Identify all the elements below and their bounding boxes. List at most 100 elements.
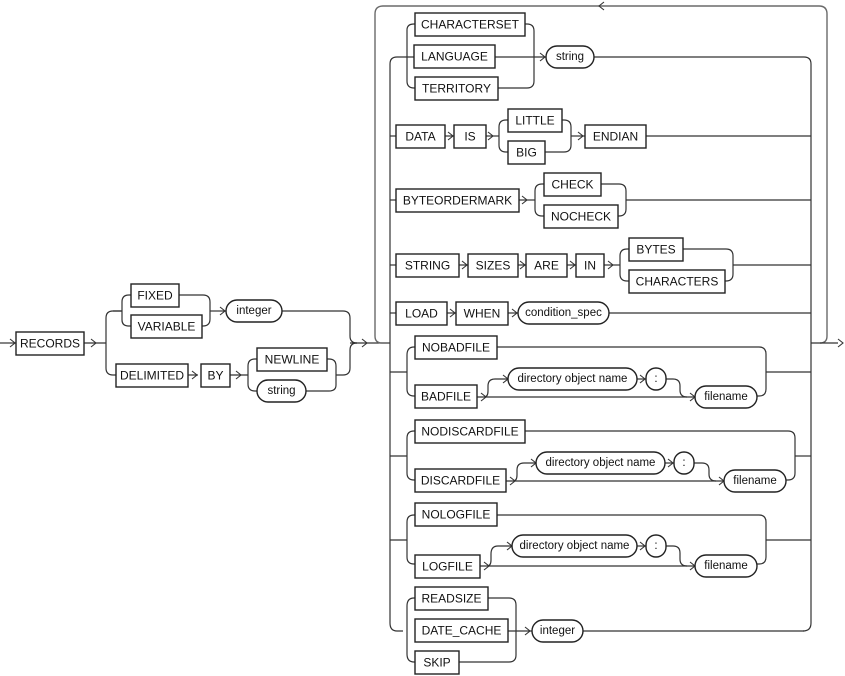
records-syntax-diagram: RECORDS FIXED VARIABLE integer DELIMITED… [0,1,844,675]
svg-text:STRING: STRING [405,259,450,273]
svg-text:condition_spec: condition_spec [525,307,602,319]
svg-text:filename: filename [704,560,747,572]
svg-text:LANGUAGE: LANGUAGE [421,50,488,64]
keyword-nobadfile: NOBADFILE [414,335,498,360]
svg-text:NEWLINE: NEWLINE [265,353,320,367]
nonterminal-colon-2: : [673,451,695,475]
nonterminal-string-2: string [545,45,595,69]
svg-text:filename: filename [704,391,747,403]
keyword-data: DATA [395,124,446,149]
keyword-characters: CHARACTERS [628,269,726,294]
svg-text:NOBADFILE: NOBADFILE [422,341,490,355]
keyword-is: IS [453,124,487,149]
keyword-territory: TERRITORY [414,76,499,101]
little-big-split [498,119,508,153]
keyword-string: STRING [395,253,460,278]
svg-text:TERRITORY: TERRITORY [422,82,491,96]
keyword-date-cache: DATE_CACHE [414,618,509,643]
svg-text:IS: IS [464,130,475,144]
svg-text:BADFILE: BADFILE [421,390,471,404]
svg-text:CHARACTERS: CHARACTERS [636,275,719,289]
fixed-variable-split [113,294,131,327]
nonterminal-filename: filename [694,385,758,409]
delimited-out-line [336,342,358,376]
discardfile-colon-out [694,462,717,482]
svg-text:BYTES: BYTES [636,243,675,257]
keyword-skip: SKIP [414,650,460,675]
discardfile-split [390,430,415,481]
svg-text:NOCHECK: NOCHECK [551,210,611,224]
nonterminal-colon: : [645,367,667,391]
keyword-load: LOAD [395,301,448,326]
nonterminal-colon-3: : [645,534,667,558]
keyword-big: BIG [507,140,546,165]
nonterminal-string: string [256,379,307,403]
keyword-little: LITTLE [507,108,563,133]
svg-text:VARIABLE: VARIABLE [138,320,196,334]
svg-text::: : [654,373,657,385]
keyword-check: CHECK [543,172,602,197]
keyword-nologfile: NOLOGFILE [414,502,498,527]
keyword-readsize: READSIZE [414,586,489,611]
keyword-badfile: BADFILE [414,384,478,409]
svg-text:CHECK: CHECK [551,178,593,192]
keyword-are: ARE [525,253,568,278]
bytes-split [619,248,629,282]
svg-text:integer: integer [540,625,575,637]
charset-split [403,23,415,89]
keyword-language: LANGUAGE [413,44,496,69]
check-split [534,183,544,217]
keyword-characterset: CHARACTERSET [414,12,526,37]
keyword-fixed: FIXED [130,283,180,308]
svg-text:ENDIAN: ENDIAN [593,130,638,144]
svg-text:NODISCARDFILE: NODISCARDFILE [421,425,518,439]
svg-text:directory object name: directory object name [518,373,628,385]
svg-text:LOAD: LOAD [405,307,438,321]
rail-top-left [389,56,403,65]
nonterminal-directory-object-name: directory object name [507,367,638,391]
svg-text:IN: IN [584,259,596,273]
svg-text::: : [654,540,657,552]
nonterminal-condition-spec: condition_spec [517,301,610,325]
svg-text:READSIZE: READSIZE [421,592,481,606]
svg-text:string: string [267,385,295,397]
readsize-split [406,597,415,663]
keyword-nocheck: NOCHECK [543,204,619,229]
svg-text:integer: integer [236,305,271,317]
keyword-newline: NEWLINE [256,347,328,372]
exit-arrow-icon [837,338,844,348]
nonterminal-directory-object-name-3: directory object name [511,534,638,558]
keyword-when: WHEN [455,301,509,326]
nonterminal-filename-3: filename [694,554,758,578]
svg-text:DATA: DATA [405,130,435,144]
svg-text:ARE: ARE [534,259,559,273]
svg-text:BY: BY [207,369,223,383]
keyword-nodiscardfile: NODISCARDFILE [414,419,526,444]
svg-text:BIG: BIG [516,146,537,160]
keyword-in: IN [575,253,605,278]
svg-text:NOLOGFILE: NOLOGFILE [422,508,491,522]
svg-text:DISCARDFILE: DISCARDFILE [421,474,500,488]
svg-text:LITTLE: LITTLE [515,114,554,128]
svg-text:filename: filename [733,475,776,487]
svg-text:directory object name: directory object name [546,457,656,469]
keyword-logfile: LOGFILE [414,554,481,579]
svg-text:DELIMITED: DELIMITED [120,369,184,383]
nonterminal-integer-2: integer [531,619,584,643]
svg-text:DATE_CACHE: DATE_CACHE [422,624,502,638]
svg-text:SIZES: SIZES [476,259,511,273]
integer-out-line [282,310,358,344]
svg-text:RECORDS: RECORDS [20,337,80,351]
left-rail-line [389,64,403,632]
nonterminal-directory-object-name-2: directory object name [535,451,666,475]
logfile-colon-out [666,545,688,567]
branch-delimited-line [105,343,116,376]
badfile-split [390,346,415,397]
keyword-bytes: BYTES [628,237,684,262]
keyword-delimited: DELIMITED [115,363,189,388]
branch-fixed-line [105,310,122,343]
keyword-endian: ENDIAN [584,124,647,149]
svg-text:WHEN: WHEN [464,307,501,321]
right-rail-line [802,56,812,632]
svg-text:FIXED: FIXED [137,289,173,303]
